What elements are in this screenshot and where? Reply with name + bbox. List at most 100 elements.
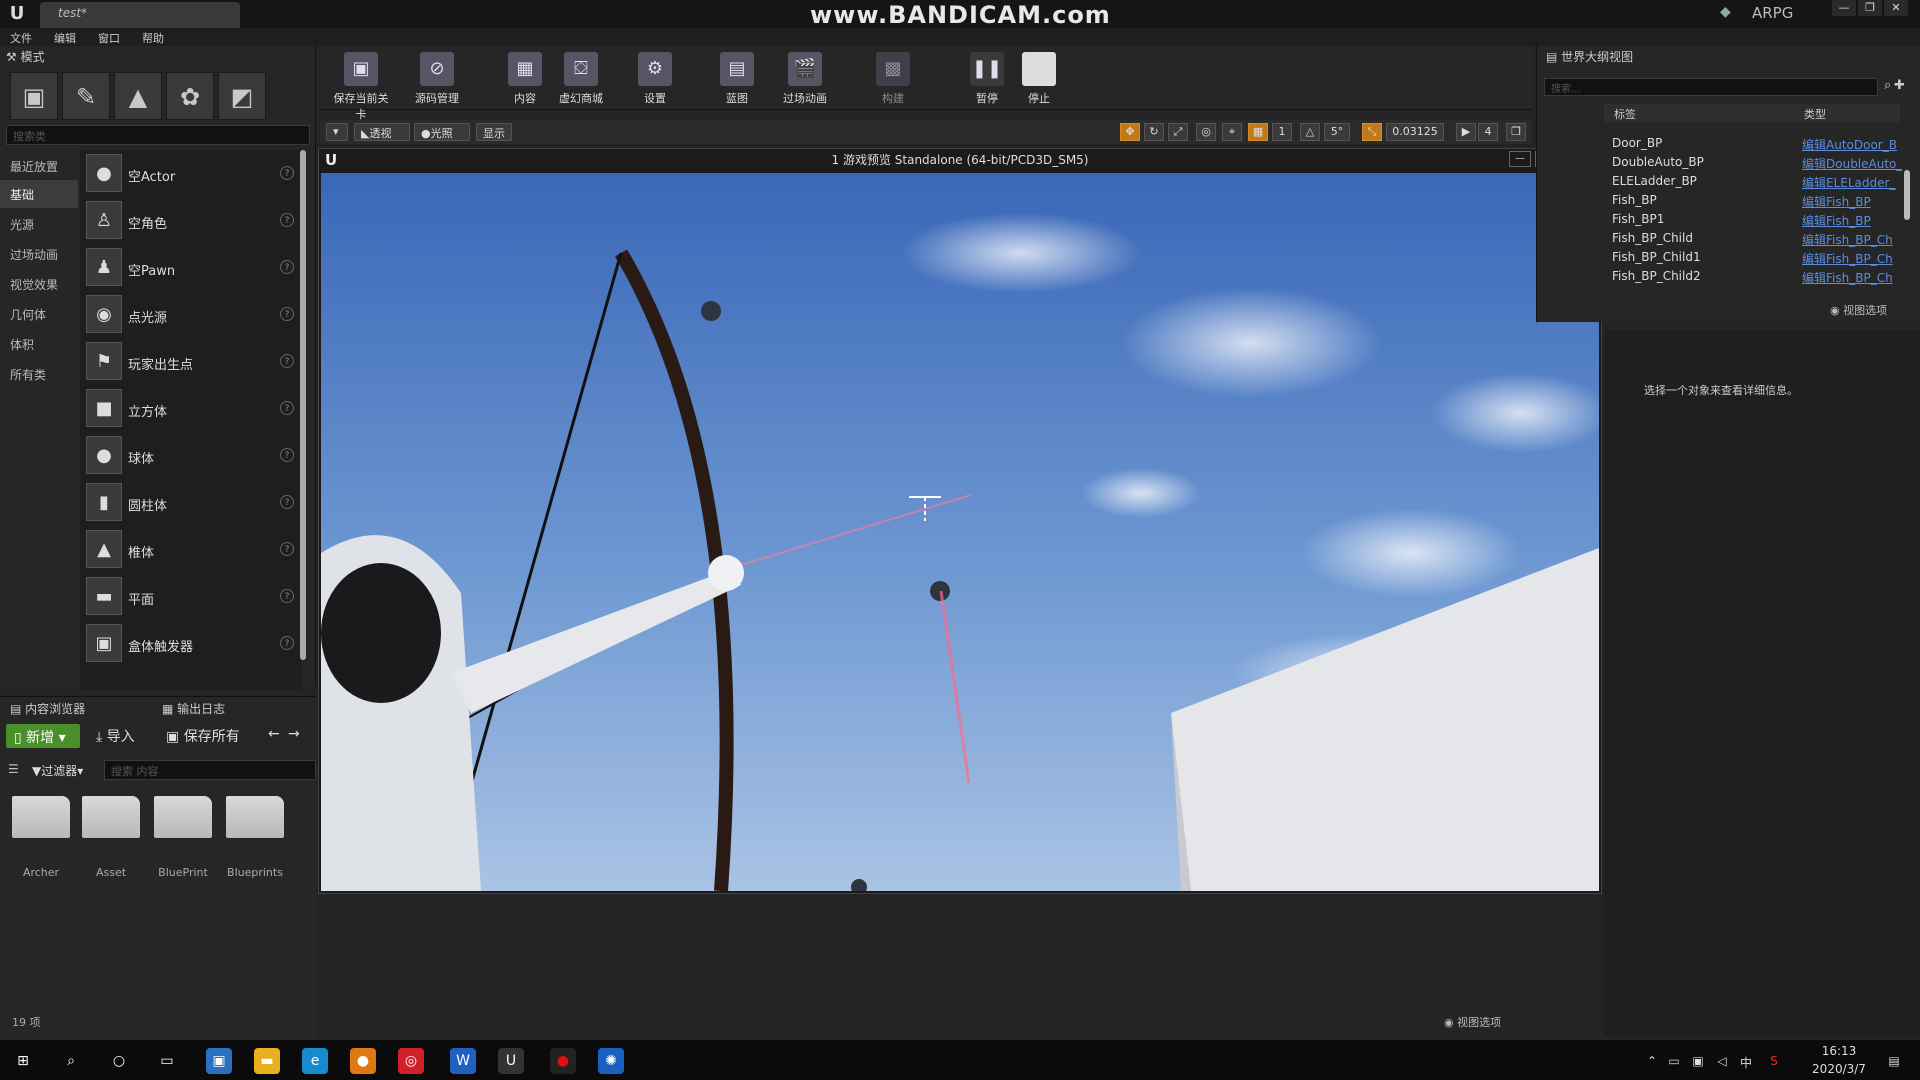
help-icon[interactable]: ?: [280, 354, 294, 368]
viewport-menu-button[interactable]: ▾: [326, 123, 348, 141]
scale-snap-icon[interactable]: ⤡: [1362, 123, 1382, 141]
file-explorer-icon[interactable]: ▬: [254, 1048, 280, 1074]
volume-icon[interactable]: ◁: [1714, 1054, 1730, 1070]
outliner-row[interactable]: DoubleAuto_BP 编辑DoubleAuto_: [1606, 153, 1902, 172]
close-button[interactable]: ✕: [1884, 0, 1908, 16]
game-minimize-button[interactable]: —: [1509, 151, 1531, 167]
help-icon[interactable]: ?: [280, 542, 294, 556]
outliner-view-options[interactable]: ◉ 视图选项: [1830, 302, 1914, 317]
edit-blueprint-link[interactable]: 编辑Fish_BP_Ch: [1802, 250, 1902, 266]
edit-blueprint-link[interactable]: 编辑Fish_BP_Ch: [1802, 269, 1902, 285]
save-all-button[interactable]: ▣ 保存所有: [166, 726, 262, 746]
category-lights[interactable]: 光源: [0, 210, 78, 238]
category-cinematic[interactable]: 过场动画: [0, 240, 78, 268]
maximize-viewport-icon[interactable]: ❐: [1506, 123, 1526, 141]
category-geometry[interactable]: 几何体: [0, 300, 78, 328]
output-log-tab[interactable]: ▦ 输出日志: [162, 700, 302, 720]
place-item-plane[interactable]: ▬ 平面 ?: [86, 575, 298, 619]
outliner-scrollbar[interactable]: [1904, 170, 1910, 220]
game-preview-window[interactable]: 1 游戏预览 Standalone (64-bit/PCD3D_SM5) U —…: [318, 148, 1602, 894]
edit-blueprint-link[interactable]: 编辑ELELadder_: [1802, 174, 1902, 190]
grid-snap-icon[interactable]: ▦: [1248, 123, 1268, 141]
place-item-cube[interactable]: ■ 立方体 ?: [86, 387, 298, 431]
folder-icon[interactable]: [82, 796, 140, 838]
cinematics-button[interactable]: 🎬 过场动画: [774, 50, 836, 108]
settings-button[interactable]: ⚙ 设置: [624, 50, 686, 108]
tree-toggle-icon[interactable]: ☰: [8, 762, 24, 780]
outliner-row[interactable]: Fish_BP1 编辑Fish_BP: [1606, 210, 1900, 229]
edit-blueprint-link[interactable]: 编辑DoubleAuto_: [1802, 155, 1902, 171]
category-recent[interactable]: 最近放置: [0, 152, 78, 180]
place-item-cone[interactable]: ▲ 椎体 ?: [86, 528, 298, 572]
record-icon[interactable]: ●: [550, 1048, 576, 1074]
camera-speed-icon[interactable]: ▶: [1456, 123, 1476, 141]
content-button[interactable]: ▦ 内容: [494, 50, 556, 108]
outliner-row[interactable]: Fish_BP_Child 编辑Fish_BP_Ch: [1606, 229, 1900, 248]
back-arrow-icon[interactable]: ←: [268, 726, 286, 746]
translate-icon[interactable]: ✥: [1120, 123, 1140, 141]
outliner-row[interactable]: ELELadder_BP 编辑ELELadder_: [1606, 172, 1900, 191]
lit-button[interactable]: ●光照: [414, 123, 470, 141]
place-item-sphere[interactable]: ● 球体 ?: [86, 434, 298, 478]
minimize-button[interactable]: —: [1832, 0, 1856, 16]
edit-blueprint-link[interactable]: 编辑AutoDoor_B: [1802, 136, 1902, 152]
add-new-button[interactable]: ▯ 新增 ▾: [6, 724, 80, 748]
maximize-button[interactable]: ❐: [1858, 0, 1882, 16]
world-space-icon[interactable]: ◎: [1196, 123, 1216, 141]
content-view-options[interactable]: ◉ 视图选项: [1444, 1014, 1534, 1029]
menu-file[interactable]: 文件: [10, 30, 32, 45]
game-viewport[interactable]: [321, 173, 1599, 891]
folder-icon[interactable]: [226, 796, 284, 838]
browser-icon[interactable]: e: [302, 1048, 328, 1074]
menu-help[interactable]: 帮助: [142, 30, 164, 45]
media-player-icon[interactable]: ●: [350, 1048, 376, 1074]
outliner-row[interactable]: Fish_BP_Child2 编辑Fish_BP_Ch: [1606, 267, 1900, 286]
search-icon[interactable]: ⌕: [58, 1048, 84, 1074]
folder-icon[interactable]: [154, 796, 212, 838]
geometry-mode-icon[interactable]: ◩: [218, 72, 266, 120]
place-item-empty-character[interactable]: ♙ 空角色 ?: [86, 199, 298, 243]
category-all-classes[interactable]: 所有类: [0, 360, 78, 388]
category-visual-effects[interactable]: 视觉效果: [0, 270, 78, 298]
cortana-icon[interactable]: ○: [106, 1048, 132, 1074]
help-icon[interactable]: ?: [280, 589, 294, 603]
category-basic[interactable]: 基础: [0, 180, 78, 208]
network-icon[interactable]: ▣: [1690, 1054, 1706, 1070]
help-icon[interactable]: ?: [280, 495, 294, 509]
source-control-button[interactable]: ⊘ 源码管理: [406, 50, 468, 108]
content-browser-tab[interactable]: ▤ 内容浏览器: [10, 700, 150, 720]
rotation-snap-icon[interactable]: △: [1300, 123, 1320, 141]
help-icon[interactable]: ?: [280, 213, 294, 227]
content-search-input[interactable]: 搜索 内容: [104, 760, 316, 780]
help-icon[interactable]: ?: [280, 448, 294, 462]
clock-time[interactable]: 16:13: [1814, 1044, 1864, 1058]
help-icon[interactable]: ?: [280, 260, 294, 274]
help-icon[interactable]: ?: [280, 636, 294, 650]
edit-blueprint-link[interactable]: 编辑Fish_BP: [1802, 193, 1902, 209]
place-item-box-trigger[interactable]: ▣ 盒体触发器 ?: [86, 622, 298, 666]
edit-blueprint-link[interactable]: 编辑Fish_BP: [1802, 212, 1902, 228]
add-filter-icon[interactable]: ✚: [1894, 78, 1910, 96]
column-label-header[interactable]: 标签: [1614, 106, 1636, 122]
document-tab[interactable]: test*: [40, 2, 240, 28]
help-icon[interactable]: ?: [280, 307, 294, 321]
class-search-input[interactable]: 搜索类: [6, 125, 310, 145]
show-button[interactable]: 显示: [476, 123, 512, 141]
foliage-mode-icon[interactable]: ✿: [166, 72, 214, 120]
rotate-icon[interactable]: ↻: [1144, 123, 1164, 141]
column-type-header[interactable]: 类型: [1804, 106, 1826, 122]
build-button[interactable]: ▩ 构建: [862, 50, 924, 108]
import-button[interactable]: ⤓ 导入: [96, 726, 154, 746]
outliner-row[interactable]: Fish_BP 编辑Fish_BP: [1606, 191, 1900, 210]
edit-blueprint-link[interactable]: 编辑Fish_BP_Ch: [1802, 231, 1902, 247]
app-icon[interactable]: ▣: [206, 1048, 232, 1074]
help-icon[interactable]: ?: [280, 166, 294, 180]
scale-snap-value[interactable]: 0.03125: [1386, 123, 1444, 141]
help-icon[interactable]: ?: [280, 401, 294, 415]
start-windows-icon[interactable]: ⊞: [10, 1048, 36, 1074]
outliner-row[interactable]: Fish_BP_Child1 编辑Fish_BP_Ch: [1606, 248, 1900, 267]
save-level-button[interactable]: ▣ 保存当前关卡: [330, 50, 392, 121]
scale-icon[interactable]: ⤢: [1168, 123, 1188, 141]
editor-app-icon[interactable]: W: [450, 1048, 476, 1074]
forward-arrow-icon[interactable]: →: [288, 726, 306, 746]
